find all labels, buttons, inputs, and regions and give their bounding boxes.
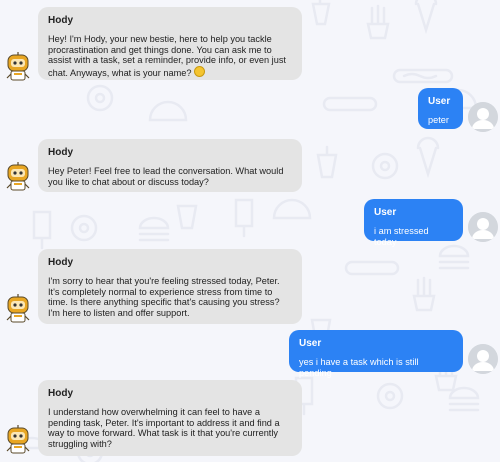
message-text: Hey! I'm Hody, your new bestie, here to …: [48, 34, 286, 78]
message-text: peter: [428, 115, 449, 125]
bot-message-bubble: Hody I understand how overwhelming it ca…: [38, 380, 302, 456]
message-sender: Hody: [48, 257, 73, 268]
user-silhouette-icon: [468, 344, 498, 374]
user-avatar: [468, 102, 498, 132]
message-sender: Hody: [48, 15, 73, 26]
message-sender: User: [428, 96, 451, 107]
bot-message-bubble: Hody Hey! I'm Hody, your new bestie, her…: [38, 7, 302, 80]
bot-avatar-icon: [6, 162, 30, 191]
bot-message-bubble: Hody I'm sorry to hear that you're feeli…: [38, 249, 302, 324]
user-message-bubble: User i am stressed today: [364, 199, 463, 247]
user-avatar: [468, 344, 498, 374]
message-text: i am stressed today: [374, 226, 429, 247]
message-sender: User: [299, 338, 322, 349]
user-message-bubble: User yes i have a task which is still pe…: [289, 330, 463, 378]
user-silhouette-icon: [468, 212, 498, 242]
user-message-bubble: User peter: [418, 88, 463, 129]
smiley-emoji-icon: [193, 65, 205, 77]
bot-avatar-icon: [6, 294, 30, 323]
message-text: Hey Peter! Feel free to lead the convers…: [48, 166, 284, 187]
chat-window: Hody Hey! I'm Hody, your new bestie, her…: [0, 0, 500, 462]
bot-avatar-icon: [6, 52, 30, 81]
bot-message-bubble: Hody Hey Peter! Feel free to lead the co…: [38, 139, 302, 192]
message-text: I understand how overwhelming it can fee…: [48, 407, 280, 449]
user-avatar: [468, 212, 498, 242]
message-text: I'm sorry to hear that you're feeling st…: [48, 276, 280, 318]
message-sender: Hody: [48, 388, 73, 399]
bot-avatar-icon: [6, 425, 30, 454]
message-sender: Hody: [48, 147, 73, 158]
user-silhouette-icon: [468, 102, 498, 132]
message-sender: User: [374, 207, 397, 218]
message-text: yes i have a task which is still pending: [299, 357, 419, 378]
